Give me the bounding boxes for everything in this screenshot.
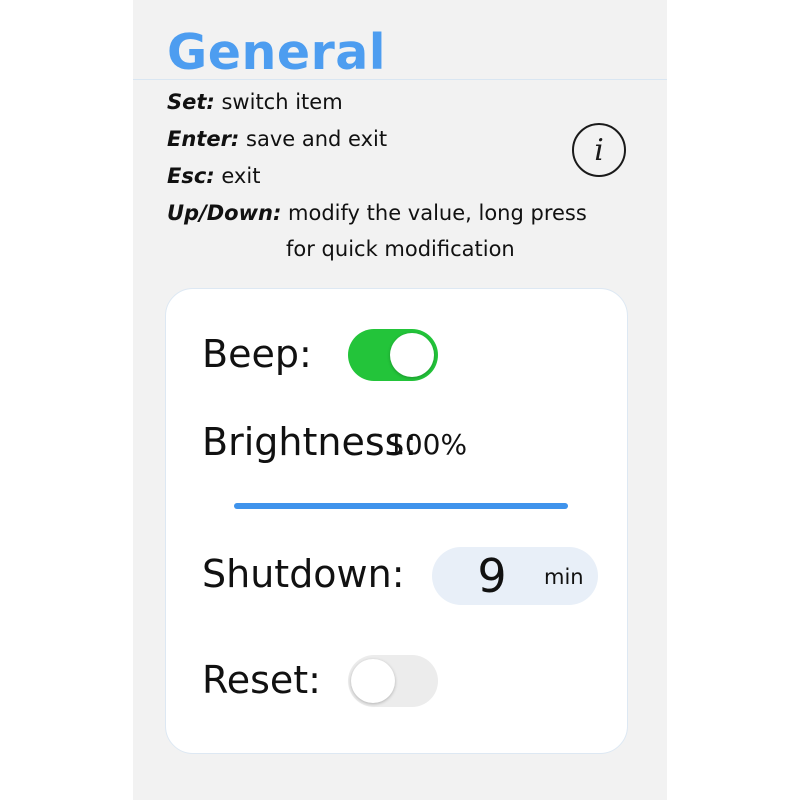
- help-text-set: switch item: [214, 90, 343, 114]
- shutdown-label: Shutdown:: [202, 552, 405, 596]
- brightness-label: Brightness:: [202, 420, 418, 464]
- help-line-enter: Enter: save and exit: [167, 126, 387, 152]
- shutdown-value: 9: [477, 549, 507, 603]
- reset-toggle[interactable]: [348, 655, 438, 707]
- help-text-updown: modify the value, long press: [281, 201, 587, 225]
- info-glyph: i: [594, 132, 604, 168]
- beep-toggle[interactable]: [348, 329, 438, 381]
- shutdown-unit: min: [544, 565, 584, 589]
- beep-label: Beep:: [202, 332, 312, 376]
- header-divider: [133, 79, 667, 80]
- help-text-updown-continued: for quick modification: [286, 237, 515, 261]
- settings-screen: General Set: switch item Enter: save and…: [133, 0, 667, 800]
- help-text-esc: exit: [214, 164, 261, 188]
- page-title: General: [167, 24, 387, 81]
- beep-toggle-knob: [390, 333, 434, 377]
- help-text-enter: save and exit: [239, 127, 388, 151]
- brightness-slider[interactable]: [234, 503, 568, 509]
- help-key-enter: Enter:: [167, 127, 240, 151]
- help-line-updown: Up/Down: modify the value, long press: [167, 200, 587, 226]
- reset-label: Reset:: [202, 658, 321, 702]
- shutdown-stepper[interactable]: 9 min: [432, 547, 598, 605]
- help-line-esc: Esc: exit: [167, 163, 260, 189]
- help-key-updown: Up/Down:: [167, 201, 282, 225]
- reset-toggle-knob: [351, 659, 395, 703]
- settings-card: Beep: Brightness: Shutdown: 9 min Reset:: [165, 288, 628, 754]
- brightness-value: 100%: [387, 428, 468, 461]
- brightness-slider-fill: [234, 503, 568, 509]
- help-key-set: Set:: [167, 90, 215, 114]
- help-line-set: Set: switch item: [167, 89, 343, 115]
- help-key-esc: Esc:: [167, 164, 215, 188]
- info-icon[interactable]: i: [572, 123, 626, 177]
